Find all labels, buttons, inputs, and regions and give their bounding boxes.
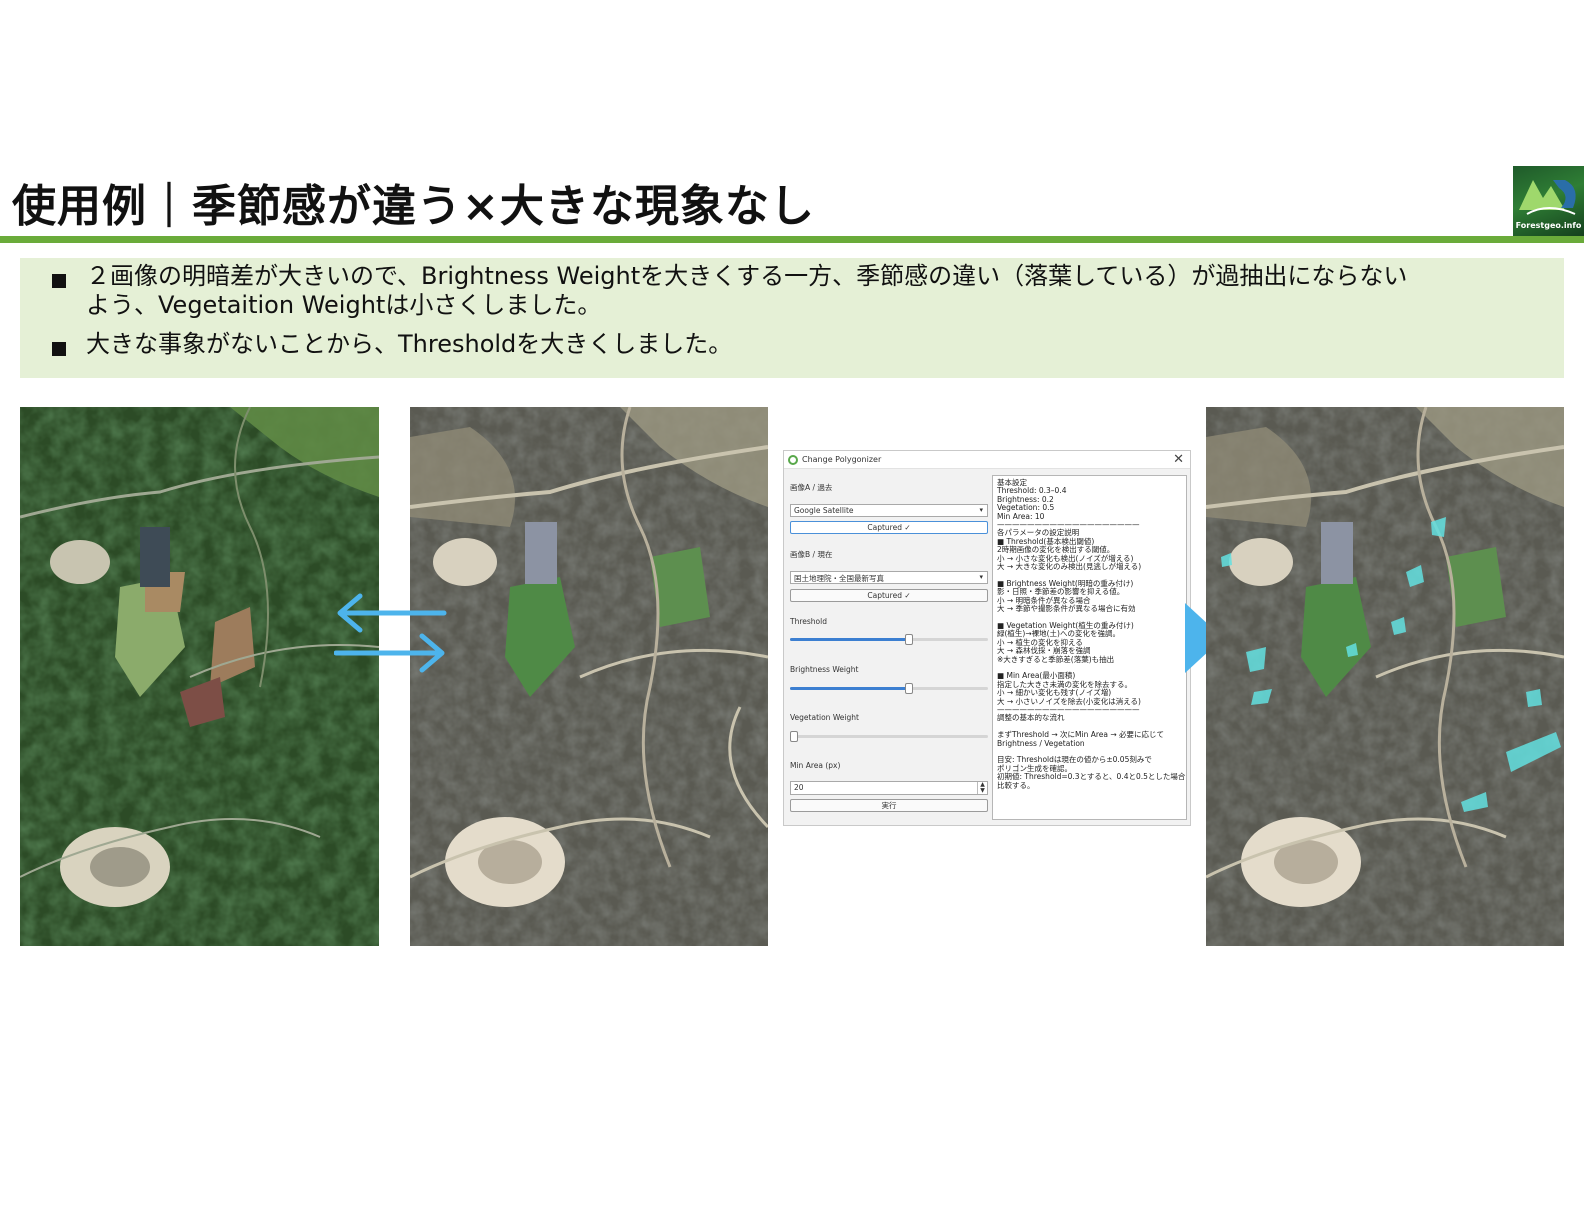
threshold-label: Threshold — [790, 617, 827, 626]
chevron-down-icon: ▾ — [979, 573, 983, 581]
help-text-line: ※大きすぎると季節差(落葉)も抽出 — [997, 654, 1115, 664]
bullet-square-icon — [52, 274, 66, 288]
help-text-line: 大 → 大きな変化のみ検出(見逃しが増える) — [997, 562, 1142, 572]
chevron-down-icon: ▾ — [979, 506, 983, 514]
brightness-slider[interactable] — [790, 681, 988, 695]
vegetation-label: Vegetation Weight — [790, 713, 859, 722]
satellite-image-past — [20, 407, 379, 946]
min-area-value: 20 — [794, 783, 804, 792]
qgis-icon — [788, 455, 798, 465]
bullet-box: ２画像の明暗差が大きいので、Brightness Weightを大きくする一方、… — [20, 258, 1564, 378]
change-polygonizer-dialog: Change Polygonizer ✕ 画像A / 過去 Google Sat… — [783, 450, 1191, 826]
slider-thumb[interactable] — [790, 731, 798, 742]
capture-b-button[interactable]: Captured ✓ — [790, 589, 988, 602]
min-area-input[interactable]: 20 ▲ ▼ — [790, 781, 988, 795]
run-button[interactable]: 実行 — [790, 799, 988, 812]
help-text-line: Brightness / Vegetation — [997, 738, 1085, 748]
forestgeo-logo: Forestgeo.info — [1513, 166, 1584, 236]
bullet-text-cont: よう、Vegetaition Weightは小さくしました。 — [86, 291, 602, 319]
logo-text: Forestgeo.info — [1515, 221, 1582, 230]
slider-thumb[interactable] — [904, 683, 913, 694]
image-a-label: 画像A / 過去 — [790, 483, 833, 492]
help-text-panel[interactable]: 基本設定 Threshold: 0.3–0.4 Brightness: 0.2 Veg… — [992, 475, 1187, 820]
brightness-label: Brightness Weight — [790, 665, 859, 674]
slide-title: 使用例｜季節感が違う×大きな現象なし — [12, 181, 815, 232]
bullet-text: 大きな事象がないことから、Thresholdを大きくしました。 — [86, 330, 733, 358]
dialog-titlebar: Change Polygonizer ✕ — [784, 451, 1190, 469]
image-a-value: Google Satellite — [794, 506, 854, 515]
bullet-text: ２画像の明暗差が大きいので、Brightness Weightを大きくする一方、… — [86, 262, 1408, 290]
slider-track — [790, 735, 988, 738]
title-underline — [0, 236, 1584, 243]
vegetation-slider[interactable] — [790, 729, 988, 743]
image-b-select[interactable]: 国土地理院・全国最新写真 ▾ — [790, 571, 988, 584]
slider-fill — [790, 687, 909, 690]
image-b-value: 国土地理院・全国最新写真 — [794, 574, 884, 583]
bullet-square-icon — [52, 342, 66, 356]
dialog-title: Change Polygonizer — [802, 455, 882, 464]
slider-fill — [790, 638, 909, 641]
change-detection-result-image — [1206, 407, 1564, 946]
swap-arrows-icon — [333, 592, 450, 684]
bullet-item: 大きな事象がないことから、Thresholdを大きくしました。 — [34, 330, 1550, 359]
threshold-slider[interactable] — [790, 632, 988, 646]
min-area-label: Min Area (px) — [790, 761, 841, 770]
help-text-line: 調整の基本的な流れ — [997, 713, 1065, 723]
image-b-label: 画像B / 現在 — [790, 550, 833, 559]
capture-a-button[interactable]: Captured ✓ — [790, 521, 988, 534]
spin-arrows-icon[interactable]: ▲ ▼ — [977, 782, 987, 794]
image-a-select[interactable]: Google Satellite ▾ — [790, 504, 988, 517]
slider-thumb[interactable] — [904, 634, 913, 645]
bullet-item: ２画像の明暗差が大きいので、Brightness Weightを大きくする一方、… — [34, 262, 1550, 320]
help-text-line: 比較する。 — [997, 780, 1035, 790]
satellite-image-current — [410, 407, 768, 946]
help-text-line: 大 → 季節や撮影条件が異なる場合に有効 — [997, 604, 1136, 614]
close-icon[interactable]: ✕ — [1173, 452, 1184, 467]
